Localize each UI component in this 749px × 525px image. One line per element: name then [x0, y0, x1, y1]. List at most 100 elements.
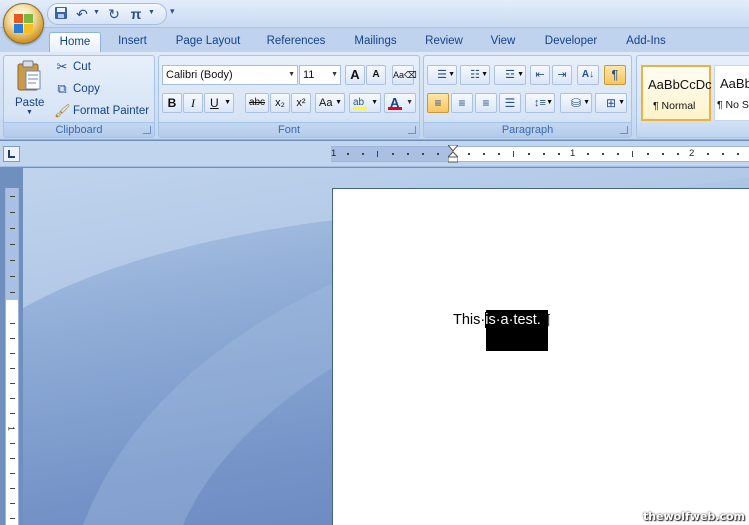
change-case-label: Aa	[319, 97, 333, 109]
ruler-dot	[347, 153, 349, 155]
bullets-button[interactable]: ☰ ▼	[427, 65, 457, 85]
tab-page-layout[interactable]: Page Layout	[170, 32, 246, 52]
multilevel-list-button[interactable]: ☲ ▼	[494, 65, 526, 85]
clipboard-launcher-icon[interactable]	[143, 126, 151, 134]
quick-access-toolbar: ↶ ▼ ↻ π ▼	[47, 3, 167, 25]
chevron-down-icon: ▼	[406, 99, 413, 106]
shading-button[interactable]: ⛁ ▼	[560, 93, 592, 113]
undo-dropdown-icon[interactable]: ▼	[93, 9, 100, 16]
tab-insert[interactable]: Insert	[110, 32, 155, 52]
vertical-ruler[interactable]: 1	[5, 188, 19, 525]
ruler-dot	[707, 153, 709, 155]
customize-qat-icon[interactable]: ▾	[170, 6, 175, 17]
ruler-tick	[10, 212, 15, 213]
style-no-spacing-name: ¶ No S	[717, 99, 749, 111]
highlight-button[interactable]: ab ▼	[349, 93, 381, 113]
ruler-tick	[10, 488, 15, 489]
clear-formatting-button[interactable]: Aa⌫	[392, 65, 417, 85]
ruler-tick	[10, 458, 15, 459]
borders-button[interactable]: ⊞ ▼	[595, 93, 627, 113]
tab-selector-button[interactable]	[3, 146, 20, 162]
equation-button[interactable]: π	[128, 6, 144, 22]
ruler-dot	[362, 153, 364, 155]
align-right-icon: ≡	[482, 96, 490, 110]
numbering-button[interactable]: ☷ ▼	[460, 65, 490, 85]
tab-mailings[interactable]: Mailings	[348, 32, 403, 52]
tab-add-ins[interactable]: Add-Ins	[620, 32, 672, 52]
strikethrough-button[interactable]: abc	[245, 93, 269, 113]
ruler-dot	[662, 153, 664, 155]
ruler-tick	[10, 443, 15, 444]
font-size-value: 11	[303, 69, 315, 81]
chevron-down-icon: ▼	[331, 71, 338, 78]
paste-button[interactable]: Paste ▼	[10, 58, 48, 118]
align-left-icon: ≡	[434, 96, 442, 110]
italic-button[interactable]: I	[183, 93, 203, 113]
ribbon-tabs: Home Insert Page Layout References Maili…	[0, 28, 749, 52]
title-bar: ↶ ▼ ↻ π ▼ ▾	[0, 0, 749, 28]
show-formatting-marks-button[interactable]: ¶	[604, 65, 626, 85]
style-no-spacing[interactable]: AaBb ¶ No S	[714, 65, 749, 121]
tab-review[interactable]: Review	[420, 32, 468, 52]
change-case-button[interactable]: Aa ▼	[315, 93, 345, 113]
chevron-down-icon: ▼	[618, 99, 625, 106]
align-left-button[interactable]: ≡	[427, 93, 449, 113]
chevron-down-icon: ▼	[448, 71, 455, 78]
tab-view[interactable]: View	[484, 32, 522, 52]
underline-button[interactable]: U ▼	[204, 93, 234, 113]
document-page[interactable]: This·is·a·test. ¶	[332, 188, 749, 525]
bullets-icon: ☰	[437, 69, 447, 81]
grow-font-button[interactable]: A	[345, 65, 365, 85]
align-center-button[interactable]: ≡	[451, 93, 473, 113]
tab-developer[interactable]: Developer	[540, 32, 602, 52]
ruler-tick	[377, 151, 378, 157]
font-size-select[interactable]: 11 ▼	[299, 65, 341, 85]
ruler-number: 1	[331, 148, 337, 159]
shrink-font-button[interactable]: A	[366, 65, 386, 85]
style-normal-name: ¶ Normal	[653, 100, 696, 112]
font-group: Calibri (Body) ▼ 11 ▼ A A Aa⌫ B I U ▼ ab…	[158, 55, 420, 138]
shrink-font-label: A	[372, 69, 380, 80]
bold-button[interactable]: B	[162, 93, 182, 113]
redo-icon[interactable]: ↻	[106, 6, 122, 22]
decrease-indent-button[interactable]: ⇤	[530, 65, 550, 85]
chevron-down-icon: ▼	[224, 99, 231, 106]
superscript-button[interactable]: x²	[291, 93, 311, 113]
save-icon[interactable]	[53, 6, 69, 22]
increase-indent-button[interactable]: ⇥	[552, 65, 572, 85]
line-spacing-button[interactable]: ↕≡ ▼	[525, 93, 555, 113]
font-color-button[interactable]: A ▼	[384, 93, 416, 113]
office-button[interactable]	[3, 3, 44, 44]
ruler-dot	[422, 153, 424, 155]
document-paragraph[interactable]: This·is·a·test. ¶	[453, 312, 551, 328]
sort-button[interactable]: A↓	[577, 65, 599, 85]
sort-icon: A↓	[581, 69, 595, 80]
copy-button[interactable]: ⧉ Copy	[54, 81, 114, 99]
equation-dropdown-icon[interactable]: ▼	[148, 9, 155, 16]
align-right-button[interactable]: ≡	[475, 93, 497, 113]
ruler-tick	[10, 276, 15, 277]
paragraph-launcher-icon[interactable]	[620, 126, 628, 134]
tab-home[interactable]: Home	[49, 32, 101, 52]
undo-icon[interactable]: ↶	[74, 6, 90, 22]
format-painter-button[interactable]: 🖌 Format Painter	[54, 103, 154, 121]
ruler-tick	[10, 353, 15, 354]
tab-references[interactable]: References	[262, 32, 330, 52]
font-name-select[interactable]: Calibri (Body) ▼	[162, 65, 298, 85]
cut-button[interactable]: ✂ Cut	[54, 59, 114, 77]
style-normal[interactable]: AaBbCcDc ¶ Normal	[641, 65, 712, 121]
ruler-dot	[647, 153, 649, 155]
ruler-tick	[10, 518, 15, 519]
justify-button[interactable]: ☰	[499, 93, 521, 113]
subscript-button[interactable]: x₂	[270, 93, 290, 113]
ruler-dot	[677, 153, 679, 155]
style-no-spacing-sample: AaBb	[720, 76, 749, 91]
horizontal-ruler[interactable]: 1 1 2	[331, 145, 749, 163]
chevron-down-icon: ▼	[481, 71, 488, 78]
font-launcher-icon[interactable]	[408, 126, 416, 134]
paragraph-group-label: Paragraph	[424, 122, 631, 137]
paintbrush-icon: 🖌	[54, 103, 71, 118]
ruler-dot	[737, 153, 739, 155]
indent-marker-icon[interactable]	[448, 145, 458, 163]
office-logo-icon	[14, 14, 34, 34]
